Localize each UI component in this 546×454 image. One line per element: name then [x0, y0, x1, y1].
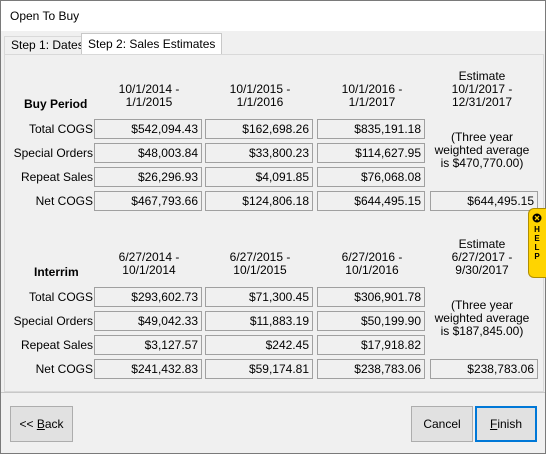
header-line: 1/1/2016 — [236, 95, 284, 109]
buy-period-estimate-header: Estimate 10/1/2017 - 12/31/2017 — [427, 70, 537, 109]
buy-period-estimate-net-cogs: $644,495.15 — [430, 191, 538, 211]
buy-period-weighted-average-note: (Three year weighted average is $470,770… — [430, 131, 534, 170]
buy-total-cogs-2014: $542,094.43 — [94, 119, 202, 139]
buy-net-cogs-2014: $467,793.66 — [94, 191, 202, 211]
interim-label: Interrim — [34, 265, 79, 279]
interim-header-1: 6/27/2014 - 10/1/2014 — [94, 251, 204, 277]
buy-special-orders-2015: $33,800.23 — [205, 143, 313, 163]
row-label-net-cogs: Net COGS — [35, 362, 93, 376]
back-button-mnemonic: B — [36, 417, 45, 431]
interim-net-cogs-2016: $238,783.06 — [317, 359, 425, 379]
header-line: 1/1/2015 — [125, 95, 173, 109]
buy-repeat-sales-2016: $76,068.08 — [317, 167, 425, 187]
buy-period-header-3: 10/1/2016 - 1/1/2017 — [317, 83, 427, 109]
interim-total-cogs-2016: $306,901.78 — [317, 287, 425, 307]
help-label: HELP — [531, 225, 543, 261]
header-line: 9/30/2017 — [455, 263, 509, 277]
buy-special-orders-2014: $48,003.84 — [94, 143, 202, 163]
interim-estimate-header: Estimate 6/27/2017 - 9/30/2017 — [427, 238, 537, 277]
interim-special-orders-2015: $11,883.19 — [205, 311, 313, 331]
finish-button-rest: inish — [497, 417, 523, 431]
interim-special-orders-2014: $49,042.33 — [94, 311, 202, 331]
buy-period-header-1: 10/1/2014 - 1/1/2015 — [94, 83, 204, 109]
tab-step2-sales-estimates[interactable]: Step 2: Sales Estimates — [81, 33, 223, 54]
back-button-rest: ack — [44, 417, 64, 431]
header-line: 10/1/2015 — [233, 263, 287, 277]
row-label-special-orders: Special Orders — [13, 314, 93, 328]
help-letter: E — [534, 234, 540, 243]
title-bar: Open To Buy — [1, 1, 545, 31]
note-line: is $470,770.00) — [440, 156, 524, 170]
buy-special-orders-2016: $114,627.95 — [317, 143, 425, 163]
interim-repeat-sales-2016: $17,918.82 — [317, 335, 425, 355]
sales-estimates-panel: 10/1/2014 - 1/1/2015 10/1/2015 - 1/1/201… — [4, 54, 544, 392]
header-line: 10/1/2014 — [122, 263, 176, 277]
interim-weighted-average-note: (Three year weighted average is $187,845… — [430, 299, 534, 338]
header-line: 10/1/2016 — [345, 263, 399, 277]
buy-repeat-sales-2014: $26,296.93 — [94, 167, 202, 187]
interim-estimate-net-cogs: $238,783.06 — [430, 359, 538, 379]
interim-repeat-sales-2014: $3,127.57 — [94, 335, 202, 355]
help-tab-text: HELP — [531, 213, 543, 261]
footer-separator — [1, 392, 545, 393]
header-line: 1/1/2017 — [348, 95, 396, 109]
row-label-total-cogs: Total COGS — [28, 122, 93, 136]
header-line: 12/31/2017 — [451, 95, 513, 109]
interim-header-2: 6/27/2015 - 10/1/2015 — [205, 251, 315, 277]
buy-period-label: Buy Period — [24, 97, 88, 111]
help-letter: H — [534, 225, 540, 234]
row-label-net-cogs: Net COGS — [35, 194, 93, 208]
help-tab[interactable]: HELP — [528, 208, 546, 278]
cancel-button[interactable]: Cancel — [411, 406, 473, 442]
back-button-prefix: << — [19, 417, 37, 431]
window-title: Open To Buy — [10, 9, 80, 23]
buy-total-cogs-2015: $162,698.26 — [205, 119, 313, 139]
note-line: is $187,845.00) — [440, 324, 524, 338]
help-letter: L — [534, 243, 540, 252]
row-label-total-cogs: Total COGS — [28, 290, 93, 304]
interim-total-cogs-2014: $293,602.73 — [94, 287, 202, 307]
buy-total-cogs-2016: $835,191.18 — [317, 119, 425, 139]
help-letter: P — [534, 252, 540, 261]
buy-net-cogs-2016: $644,495.15 — [317, 191, 425, 211]
interim-net-cogs-2014: $241,432.83 — [94, 359, 202, 379]
interim-repeat-sales-2015: $242.45 — [205, 335, 313, 355]
tab-step1-dates[interactable]: Step 1: Dates — [4, 36, 91, 54]
row-label-special-orders: Special Orders — [13, 146, 93, 160]
row-label-repeat-sales: Repeat Sales — [20, 338, 93, 352]
close-x-icon — [532, 213, 542, 223]
buy-net-cogs-2015: $124,806.18 — [205, 191, 313, 211]
back-button[interactable]: << Back — [10, 406, 73, 442]
buy-repeat-sales-2015: $4,091.85 — [205, 167, 313, 187]
open-to-buy-window: Open To Buy Step 1: Dates Step 2: Sales … — [0, 0, 546, 454]
row-label-repeat-sales: Repeat Sales — [20, 170, 93, 184]
interim-total-cogs-2015: $71,300.45 — [205, 287, 313, 307]
interim-net-cogs-2015: $59,174.81 — [205, 359, 313, 379]
interim-special-orders-2016: $50,199.90 — [317, 311, 425, 331]
interim-header-3: 6/27/2016 - 10/1/2016 — [317, 251, 427, 277]
finish-button[interactable]: Finish — [475, 406, 537, 442]
buy-period-header-2: 10/1/2015 - 1/1/2016 — [205, 83, 315, 109]
